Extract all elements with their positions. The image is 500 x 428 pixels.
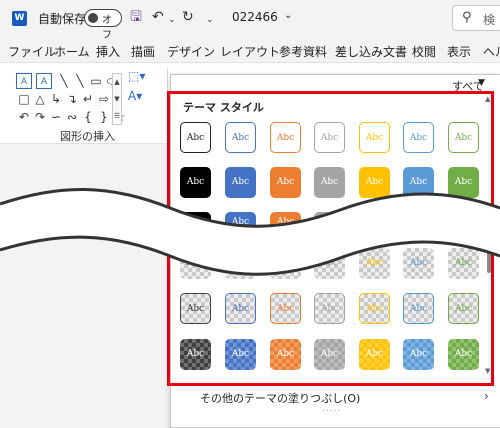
style-swatch[interactable]: Abc [225,339,256,370]
undo-dropdown-icon[interactable]: ⌄ [168,12,176,28]
style-swatch[interactable]: Abc [314,339,345,370]
style-swatch[interactable]: Abc [180,339,211,370]
style-swatch[interactable]: Abc [359,122,390,153]
search-placeholder: 検 [483,13,496,27]
elbow-connector-icon[interactable]: ↳ [48,91,64,107]
tab-review[interactable]: 校閲 [412,43,436,60]
vertical-text-box-icon[interactable]: A [36,73,52,89]
right-arrow-icon[interactable]: ⇨ [96,91,112,107]
document-name[interactable]: 022466 [232,10,278,24]
tab-references[interactable]: 参考資料 [279,43,327,60]
brace-icon[interactable]: { [80,109,96,125]
style-swatch[interactable]: Abc [180,293,211,324]
tab-layout[interactable]: レイアウト [220,43,280,60]
toggle-knob-icon [88,13,98,23]
style-swatch[interactable]: Abc [403,293,434,324]
word-logo-icon: W [12,11,27,26]
search-icon: ⚲ [462,10,472,25]
style-swatch[interactable]: Abc [270,293,301,324]
style-swatch[interactable]: Abc [314,293,345,324]
triangle-icon[interactable]: △ [32,91,48,107]
scroll-down-icon[interactable]: ▼ [485,367,490,375]
search-box[interactable]: ⚲ 検 [452,5,500,31]
brace-close-icon[interactable]: } [96,109,112,125]
shapes-gallery-scroll[interactable]: ▲ ▼ ☰ [112,73,122,125]
resize-grip-icon[interactable]: ..... [322,404,341,414]
tab-help[interactable]: ヘル [483,43,500,60]
curve-icon[interactable]: ↶ [16,109,32,125]
style-swatch[interactable]: Abc [225,293,256,324]
customize-toolbar-icon[interactable]: ⌄ [206,12,214,28]
wave-cut-overlay [0,188,500,276]
undo-icon[interactable]: ↶ [152,9,164,25]
tab-mailings[interactable]: 差し込み文書 [335,43,407,60]
style-swatch[interactable]: Abc [314,122,345,153]
rectangle-icon[interactable]: ▭ [88,73,104,89]
title-bar: W 自動保存 オフ 🖫 ↶ ⌄ ↻ ⌄ 022466 ⌄ ⚲ 検 [0,0,500,41]
freeform-icon[interactable]: ∾ [64,109,80,125]
tab-draw[interactable]: 描画 [131,43,155,60]
style-swatch[interactable]: Abc [180,122,211,153]
ribbon-tabs: ファイル ホーム 挿入 描画 デザイン レイアウト 参考資料 差し込み文書 校閲… [0,40,500,62]
arrow-connector-icon[interactable]: ↵ [80,91,96,107]
freeform-icon[interactable]: ∽ [48,109,64,125]
rectangle-icon[interactable]: □ [16,91,32,107]
style-swatch[interactable]: Abc [403,339,434,370]
group-label-insert-shapes: 図形の挿入 [60,130,115,143]
redo-icon[interactable]: ↻ [182,9,194,25]
edit-shape-icon[interactable]: ⬚▾ [128,69,154,87]
style-swatch[interactable]: Abc [225,122,256,153]
chevron-right-icon[interactable]: › [484,389,489,403]
chevron-down-icon[interactable]: ⌄ [284,10,292,21]
line-icon[interactable]: ╲ [56,73,72,89]
elbow-connector-icon[interactable]: ↴ [64,91,80,107]
text-box-tool-icon[interactable]: A▾ [128,89,154,107]
tab-design[interactable]: デザイン [167,43,215,60]
style-swatch[interactable]: Abc [270,339,301,370]
tab-insert[interactable]: 挿入 [96,43,120,60]
scroll-up-icon[interactable]: ▲ [485,95,490,103]
style-swatch[interactable]: Abc [359,293,390,324]
toggle-state-label: オフ [102,15,112,41]
autosave-toggle[interactable]: オフ [84,9,122,41]
line-icon[interactable]: ╲ [72,73,88,89]
style-swatch[interactable]: Abc [448,122,479,153]
style-swatch[interactable]: Abc [359,339,390,370]
style-swatch[interactable]: Abc [403,122,434,153]
save-icon[interactable]: 🖫 [130,9,142,25]
chevron-down-icon[interactable]: ▼ [478,78,485,88]
tab-view[interactable]: 表示 [447,43,471,60]
style-swatch[interactable]: Abc [448,293,479,324]
section-title-theme-styles: テーマ スタイル [183,101,264,114]
tab-home[interactable]: ホーム [54,43,90,60]
autosave-label: 自動保存 [38,12,87,26]
tab-file[interactable]: ファイル [8,43,56,60]
style-swatch[interactable]: Abc [448,339,479,370]
shapes-gallery[interactable]: A A ╲ ╲ ▭ ⬭ □ △ ↳ ↴ ↵ ⇨ ⇧ ↶ ↷ ∽ ∾ { } ☆ [14,71,125,127]
text-box-icon[interactable]: A [16,73,32,89]
curve-icon[interactable]: ↷ [32,109,48,125]
style-swatch[interactable]: Abc [270,122,301,153]
